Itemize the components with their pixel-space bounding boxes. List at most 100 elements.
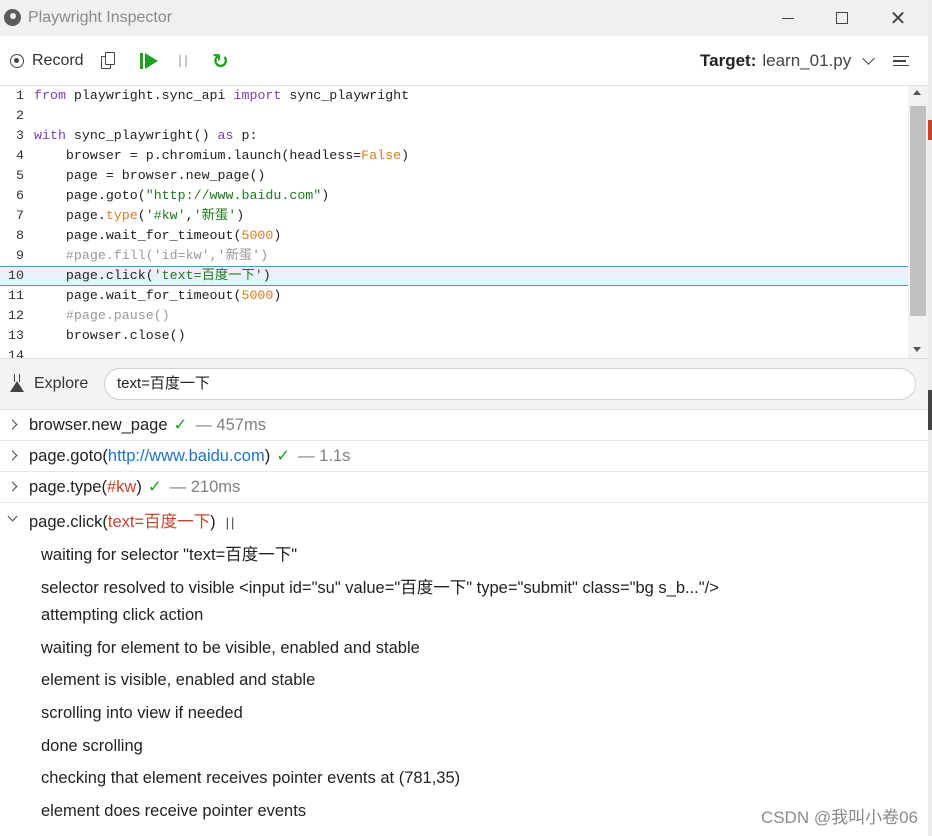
code-line[interactable]: 13 browser.close() [0, 326, 908, 346]
line-number: 2 [16, 108, 24, 123]
code-token: playwright.sync_api [65, 88, 234, 103]
code-token: , [185, 208, 194, 223]
call-duration: — 210ms [169, 478, 241, 496]
explore-label: Explore [34, 375, 89, 392]
pause-button[interactable] [179, 36, 187, 86]
code-token: page.wait_for_timeout( [34, 228, 242, 243]
call-log-entry-label: page.goto(http://www.baidu.com) ✓ — 1.1s [29, 446, 350, 466]
call-log-detail: attempting click action [41, 606, 204, 625]
copy-button[interactable] [101, 36, 116, 86]
code-token: from [34, 88, 66, 103]
call-log-detail: waiting for selector "text=百度一下" [41, 546, 298, 564]
line-number: 3 [16, 128, 24, 143]
code-line[interactable]: 3 with sync_playwright() as p: [0, 126, 908, 146]
code-line[interactable]: 5 page = browser.new_page() [0, 166, 908, 186]
call-log-detail: element is visible, enabled and stable [41, 671, 316, 690]
clear-button[interactable] [893, 36, 909, 86]
background-window-strip [928, 0, 932, 836]
line-number: 8 [16, 228, 24, 243]
explore-selector-input[interactable]: text=百度一下 [104, 368, 916, 400]
close-icon: ✕ [889, 6, 907, 30]
code-token: '#kw' [145, 208, 186, 223]
code-token: page.goto( [34, 188, 146, 203]
maximize-icon [836, 12, 848, 24]
code-text: #page.pause() [34, 306, 170, 326]
code-token: False [361, 148, 402, 163]
line-number: 1 [16, 88, 24, 103]
code-line[interactable]: 6 page.goto("http://www.baidu.com") [0, 186, 908, 206]
scrollbar-thumb[interactable] [910, 106, 926, 316]
code-token: "http://www.baidu.com" [145, 188, 322, 203]
record-button[interactable]: Record [10, 36, 84, 86]
chevron-right-icon[interactable] [7, 481, 18, 492]
code-text: from playwright.sync_api import sync_pla… [34, 86, 409, 106]
copy-icon [101, 52, 116, 70]
playwright-app-icon [4, 9, 21, 26]
chevron-down-icon[interactable] [7, 511, 18, 522]
code-line[interactable]: 7 page.type('#kw','新蛋') [0, 206, 908, 226]
code-token: '新蛋' [193, 208, 237, 223]
code-token: with [34, 128, 66, 143]
call-log-entry[interactable]: page.goto(http://www.baidu.com) ✓ — 1.1s [0, 441, 928, 472]
api-call-name: page.goto( [29, 447, 108, 465]
scroll-down-arrow-icon[interactable] [913, 347, 921, 352]
line-number: 12 [8, 308, 24, 323]
success-check-icon: ✓ [276, 446, 291, 465]
code-line[interactable]: 9 #page.fill('id=kw','新蛋') [0, 246, 908, 266]
call-log-detail: scrolling into view if needed [41, 704, 243, 722]
code-token: 5000 [241, 288, 274, 303]
call-log-entry[interactable]: browser.new_page ✓ — 457ms [0, 410, 928, 441]
target-selector[interactable]: Target: learn_01.py [700, 36, 851, 86]
call-log-entry[interactable]: page.click(text=百度一下) || [0, 503, 928, 534]
code-line-current[interactable]: 10 page.click('text=百度一下') [0, 266, 908, 286]
chevron-down-icon [862, 52, 875, 65]
code-editor[interactable]: 1 from playwright.sync_api import sync_pl… [0, 86, 928, 358]
call-log-detail: checking that element receives pointer e… [41, 769, 461, 788]
code-line[interactable]: 1 from playwright.sync_api import sync_pl… [0, 86, 908, 106]
code-token: 'text=百度一下' [153, 268, 263, 283]
code-line[interactable]: 8 page.wait_for_timeout(5000) [0, 226, 908, 246]
api-call-name: browser.new_page [29, 416, 168, 434]
selector-argument: text=百度一下 [107, 513, 211, 531]
chevron-right-icon[interactable] [7, 419, 18, 430]
code-line[interactable]: 11 page.wait_for_timeout(5000) [0, 286, 908, 306]
code-text: page.goto("http://www.baidu.com") [34, 186, 329, 206]
code-token: page = browser.new_page() [34, 168, 266, 183]
close-paren: ) [136, 478, 142, 496]
call-log-entry-label: browser.new_page ✓ — 457ms [29, 415, 266, 435]
code-line[interactable]: 2 [0, 106, 908, 126]
watermark: CSDN @我叫小卷06 [760, 808, 918, 827]
play-icon [145, 53, 158, 69]
code-token: page.wait_for_timeout( [34, 288, 242, 303]
selector-argument: #kw [106, 478, 137, 496]
code-text: browser = p.chromium.launch(headless=Fal… [34, 146, 409, 166]
code-text: page.wait_for_timeout(5000) [34, 286, 281, 306]
minimize-button[interactable] [760, 0, 816, 36]
code-line[interactable]: 4 browser = p.chromium.launch(headless=F… [0, 146, 908, 166]
code-line[interactable]: 12 #page.pause() [0, 306, 908, 326]
code-token: ) [273, 228, 282, 243]
code-text: with sync_playwright() as p: [34, 126, 257, 146]
code-token: browser.close() [34, 328, 186, 343]
chevron-right-icon[interactable] [7, 450, 18, 461]
maximize-button[interactable] [814, 0, 870, 36]
paused-icon: || [225, 515, 237, 530]
target-dropdown-button[interactable] [862, 36, 875, 86]
code-token: page. [34, 208, 106, 223]
code-token: browser = p.chromium.launch(headless= [34, 148, 362, 163]
toolbar: Record ↻ Target: learn_01.py [0, 36, 928, 86]
flask-icon [10, 374, 24, 394]
code-token: ) [401, 148, 410, 163]
line-number: 5 [16, 168, 24, 183]
code-token: type [105, 208, 138, 223]
success-check-icon: ✓ [173, 415, 188, 434]
call-log-entry[interactable]: page.type(#kw) ✓ — 210ms [0, 472, 928, 503]
resume-button[interactable] [140, 36, 158, 86]
close-window-button[interactable]: ✕ [870, 0, 926, 36]
step-over-button[interactable]: ↻ [212, 36, 229, 86]
code-line[interactable]: 14 [0, 346, 908, 358]
call-log-detail: selector resolved to visible <input id="… [41, 578, 719, 597]
editor-scrollbar[interactable] [908, 86, 928, 358]
code-token: import [233, 88, 282, 103]
scroll-up-arrow-icon[interactable] [913, 90, 921, 95]
